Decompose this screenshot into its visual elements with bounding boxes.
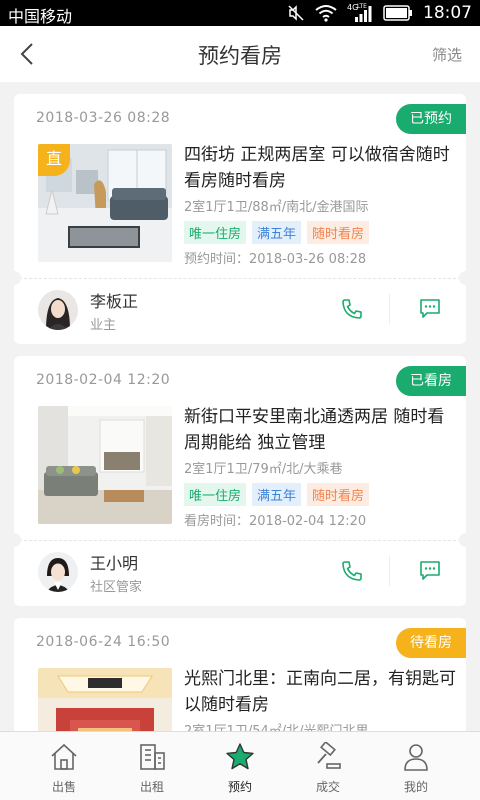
house-photo: 直: [38, 144, 172, 262]
house-title: 四街坊 正规两居室 可以做宿舍随时看房随时看房: [184, 145, 450, 191]
tab-label: 出租: [139, 780, 164, 794]
phone-icon[interactable]: [340, 559, 364, 583]
status-badge: 待看房: [396, 628, 466, 658]
chat-icon[interactable]: [418, 298, 442, 320]
wifi-icon: [315, 4, 337, 22]
divider: [14, 540, 466, 541]
tag-list: 唯一住房 满五年 随时看房: [184, 483, 370, 506]
chat-icon[interactable]: [418, 560, 442, 582]
mute-icon: [287, 4, 305, 22]
tag: 满五年: [252, 483, 302, 506]
carrier-name: 中国移动: [8, 7, 73, 26]
tab-mine[interactable]: 我的: [372, 732, 460, 800]
status-badge: 已看房: [396, 366, 466, 396]
notch: [14, 271, 21, 285]
tag: 满五年: [252, 221, 302, 244]
contact-role: 业主: [90, 318, 117, 333]
battery-icon: [383, 5, 413, 21]
contact-role: 社区管家: [90, 580, 143, 595]
appointment-date: 2018-03-26 08:28: [36, 110, 171, 126]
status-bar: 中国移动 4G LTE 18:07: [0, 0, 480, 26]
tag: 随时看房: [307, 483, 370, 506]
divider: [14, 278, 466, 279]
tag: 唯一住房: [184, 483, 247, 506]
nav-header: 预约看房 筛选: [0, 26, 480, 82]
contact-name: 李板正: [90, 292, 139, 311]
tab-label: 成交: [315, 780, 340, 794]
tab-deals[interactable]: 成交: [284, 732, 372, 800]
notch: [459, 271, 466, 285]
signal-icon: 4G LTE: [347, 3, 373, 23]
notch: [459, 533, 466, 547]
house-spec: 2室1厅1卫/79㎡/北/大乘巷: [184, 462, 343, 477]
separator: [389, 294, 390, 324]
avatar: [38, 552, 78, 592]
tab-label: 我的: [403, 780, 428, 794]
notch: [14, 533, 21, 547]
tab-appointments[interactable]: 预约: [196, 732, 284, 800]
viewing-time: 看房时间：2018-02-04 12:20: [184, 514, 367, 529]
separator: [389, 556, 390, 586]
appointment-card[interactable]: 2018-02-04 12:20 已看房 新街口平安里南北通透两居 随时看 周期…: [14, 356, 466, 606]
bottom-tab-bar: 出售 出租 预约 成交 我的: [0, 731, 480, 800]
contact-name: 王小明: [90, 554, 139, 573]
tab-sell[interactable]: 出售: [20, 732, 108, 800]
appointment-card[interactable]: 2018-03-26 08:28 已预约 直 四街坊 正规两居室 可以做宿舍随时…: [14, 94, 466, 344]
tab-label: 出售: [51, 780, 76, 794]
direct-badge: 直: [38, 144, 70, 176]
page-title: 预约看房: [198, 44, 282, 68]
house-photo: [38, 406, 172, 524]
house-title: 光熙门北里：正南向二居，有钥匙可以随时看房: [184, 669, 456, 715]
filter-button[interactable]: 筛选: [432, 44, 462, 65]
tab-label: 预约: [227, 780, 252, 794]
appointment-time: 预约时间：2018-03-26 08:28: [184, 252, 367, 267]
appointment-date: 2018-02-04 12:20: [36, 372, 171, 388]
house-title: 新街口平安里南北通透两居 随时看 周期能给 独立管理: [184, 407, 445, 453]
tag: 随时看房: [307, 221, 370, 244]
clock: 18:07: [423, 3, 472, 23]
tab-rent[interactable]: 出租: [108, 732, 196, 800]
status-badge: 已预约: [396, 104, 466, 134]
house-spec: 2室1厅1卫/88㎡/南北/金港国际: [184, 200, 369, 215]
tag: 唯一住房: [184, 221, 247, 244]
appointment-date: 2018-06-24 16:50: [36, 634, 171, 650]
avatar: [38, 290, 78, 330]
tag-list: 唯一住房 满五年 随时看房: [184, 221, 370, 244]
phone-icon[interactable]: [340, 297, 364, 321]
